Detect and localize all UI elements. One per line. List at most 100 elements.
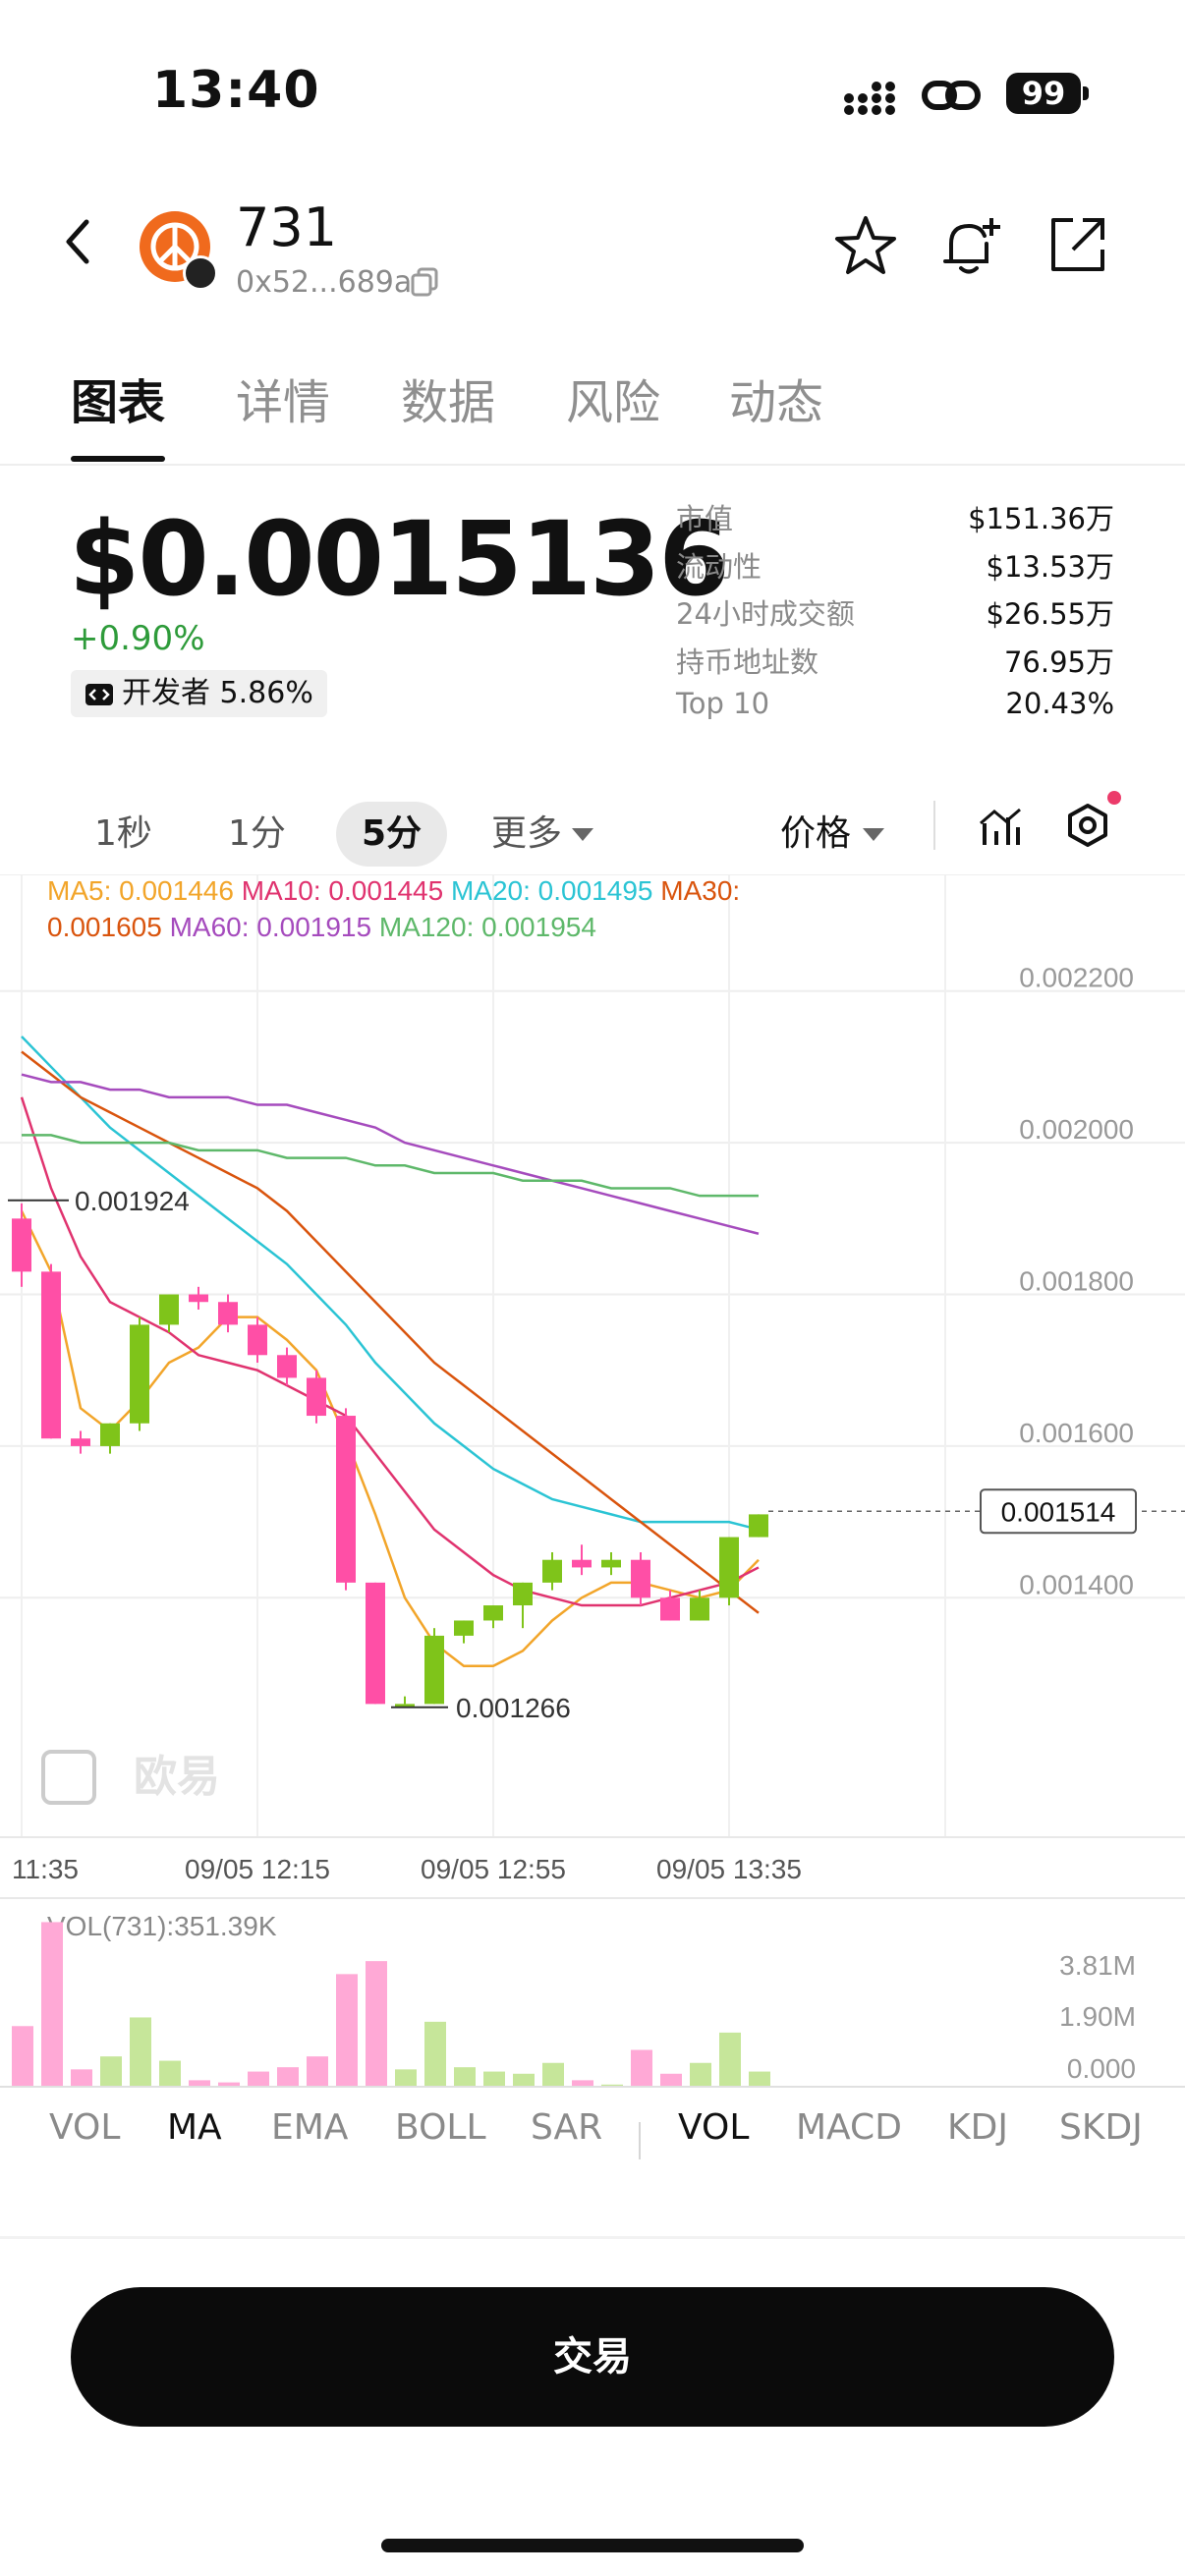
current-price: $0.0015136 [69, 499, 730, 619]
developer-badge[interactable]: 开发者 5.86% [71, 670, 327, 717]
status-time: 13:40 [152, 61, 320, 120]
tab-details[interactable]: 详情 [236, 364, 330, 432]
candle-body [749, 1514, 768, 1538]
copy-icon[interactable] [411, 267, 438, 297]
indicator-tab-vol[interactable]: VOL [49, 2107, 120, 2148]
volume-bar [71, 2069, 92, 2087]
indicator-tab-ema[interactable]: EMA [271, 2107, 348, 2148]
stat-value: $151.36万 [968, 502, 1114, 535]
footer-divider [0, 2236, 1185, 2239]
y-tick-label: 0.002200 [1019, 963, 1134, 993]
x-tick-label: 11:35 [12, 1854, 79, 1884]
volume-bar [454, 2067, 476, 2087]
stat-row: 流动性 $13.53万 [676, 544, 1114, 592]
tab-chart[interactable]: 图表 [71, 364, 165, 432]
volume-bar [41, 1922, 63, 2087]
token-address[interactable]: 0x52...689a [236, 265, 412, 300]
candle-body [248, 1324, 267, 1356]
price-change: +0.90% [71, 619, 205, 658]
indicator-tab-sar[interactable]: SAR [531, 2107, 602, 2148]
y-tick-label: 0.001800 [1019, 1266, 1134, 1297]
star-icon[interactable] [833, 214, 898, 277]
low-label: 0.001266 [456, 1693, 571, 1723]
timeframe-more[interactable]: 更多 [491, 802, 594, 867]
ma-legend-item: MA10: 0.001445 [234, 875, 443, 906]
candle-body [601, 1559, 621, 1568]
volume-bar [483, 2071, 505, 2087]
candle-body [71, 1438, 90, 1446]
timeframe-1m[interactable]: 1分 [228, 802, 286, 867]
candle-body [513, 1582, 533, 1606]
candle-body [189, 1294, 208, 1303]
stat-row: 持币地址数 76.95万 [676, 640, 1114, 688]
indicator-tab-boll[interactable]: BOLL [395, 2107, 486, 2148]
candle-body [719, 1537, 739, 1598]
candle-body [424, 1635, 444, 1705]
stat-value: 20.43% [1005, 687, 1114, 720]
candle-body [277, 1355, 297, 1378]
volume-bar [12, 2026, 33, 2087]
price-chart[interactable]: 0.002200 0.002000 0.001800 0.001600 0.001400… [0, 874, 1185, 2107]
indicator-tab-skdj[interactable]: SKDJ [1059, 2107, 1143, 2148]
add-alert-icon[interactable] [937, 214, 1006, 279]
timeframe-1s[interactable]: 1秒 [94, 802, 152, 867]
stat-row: 24小时成交额 $26.55万 [676, 591, 1114, 640]
candle-body [159, 1294, 179, 1325]
volume-bar [336, 1974, 358, 2087]
stat-value: $13.53万 [986, 549, 1114, 584]
y-tick-label: 0.002000 [1019, 1114, 1134, 1145]
volume-y-tick: 1.90M [1059, 2001, 1136, 2032]
ma-line-ma20 [21, 1036, 760, 1532]
volume-bar [424, 2021, 446, 2087]
price-type-label: 价格 [780, 813, 852, 854]
tab-data[interactable]: 数据 [401, 364, 495, 432]
volume-bar [307, 2056, 328, 2087]
candle-body [454, 1620, 474, 1636]
toolbar-divider [933, 801, 935, 850]
indicator-chart-icon[interactable] [977, 804, 1024, 851]
volume-bar [513, 2073, 535, 2087]
ma-legend-item: MA30: [652, 875, 740, 906]
ma-legend-row: MA5: 0.001446 MA10: 0.001445 MA20: 0.001… [47, 875, 740, 906]
volume-y-tick: 0.000 [1067, 2053, 1136, 2084]
candle-body [218, 1302, 238, 1325]
volume-bar [660, 2073, 682, 2087]
volume-bar [631, 2049, 652, 2087]
volume-bar [277, 2067, 299, 2087]
candle-body [542, 1559, 562, 1583]
stat-label: 持币地址数 [676, 644, 819, 679]
tab-activity[interactable]: 动态 [729, 364, 823, 432]
indicator-tab-vol-sub[interactable]: VOL [678, 2107, 749, 2148]
volume-bar [366, 1961, 387, 2087]
stat-row: Top 10 20.43% [676, 687, 1114, 735]
candle-body [130, 1324, 149, 1424]
indicator-tab-kdj[interactable]: KDJ [947, 2107, 1008, 2148]
developer-badge-label: 开发者 5.86% [122, 676, 313, 710]
indicator-tab-macd[interactable]: MACD [796, 2107, 902, 2148]
battery-indicator: 99 [1006, 73, 1081, 114]
trade-button[interactable]: 交易 [71, 2287, 1114, 2427]
back-icon[interactable] [65, 218, 90, 265]
share-icon[interactable] [1047, 214, 1108, 275]
volume-y-tick: 3.81M [1059, 1950, 1136, 1981]
volume-bar [395, 2069, 417, 2087]
stats-panel: 市值 $151.36万 流动性 $13.53万 24小时成交额 $26.55万 持币地… [676, 496, 1114, 735]
ma-legend-item: MA20: 0.001495 [443, 875, 652, 906]
candle-body [100, 1423, 120, 1446]
price-type-select[interactable]: 价格 [780, 802, 885, 867]
stat-label: 24小时成交额 [676, 597, 855, 631]
candle-body [690, 1597, 709, 1621]
timeframe-5m[interactable]: 5分 [336, 802, 448, 867]
indicator-divider [639, 2122, 641, 2159]
fullscreen-icon [41, 1750, 96, 1805]
indicator-tab-ma[interactable]: MA [167, 2107, 222, 2148]
settings-icon[interactable] [1061, 786, 1124, 853]
stat-label: 流动性 [676, 549, 762, 584]
stat-value: 76.95万 [1003, 644, 1114, 679]
x-tick-label: 09/05 12:15 [185, 1854, 330, 1884]
tab-risk[interactable]: 风险 [566, 364, 660, 432]
candle-body [41, 1271, 61, 1439]
tab-indicator [71, 456, 165, 462]
volume-bar [542, 2062, 564, 2087]
candle-body [483, 1605, 503, 1621]
